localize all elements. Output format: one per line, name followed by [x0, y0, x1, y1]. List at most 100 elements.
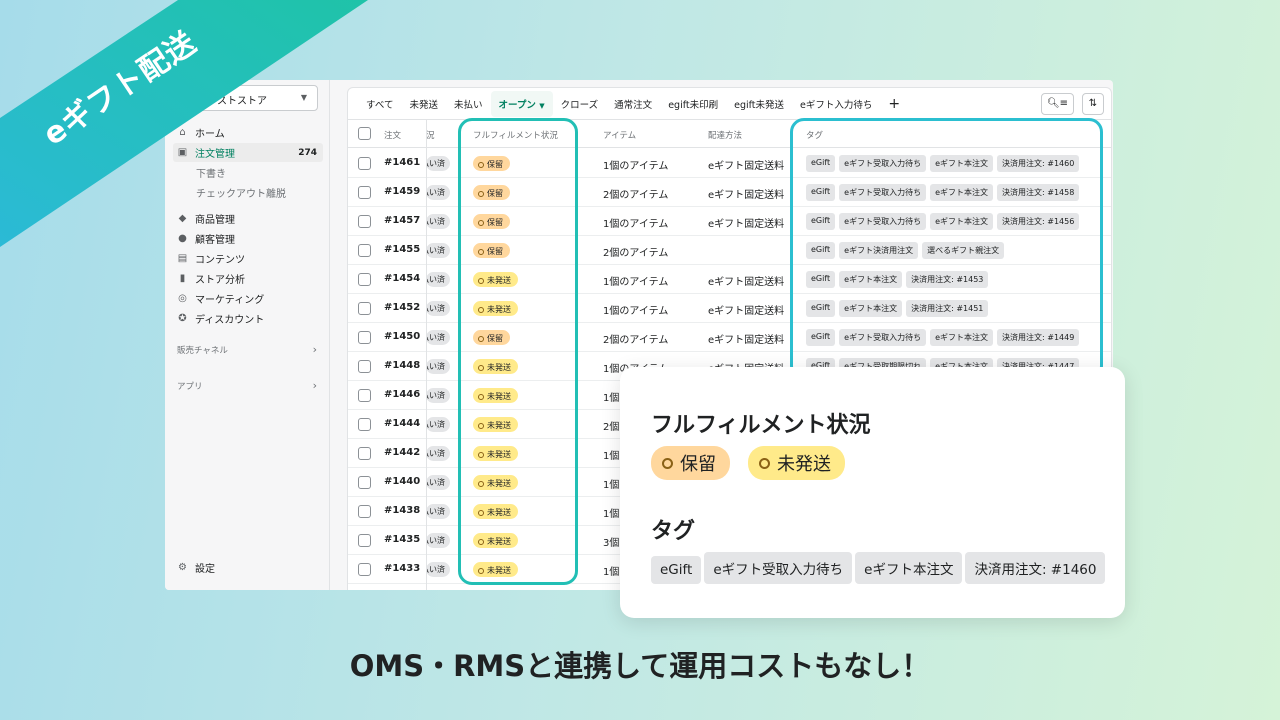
tab[interactable]: 通常注文 [606, 91, 660, 117]
delivery-method: eギフト固定送料 [708, 161, 785, 172]
tab[interactable]: オープン ▼ [490, 90, 553, 117]
search-filter-button[interactable]: 🔍︎≡ [1041, 93, 1074, 115]
status-dot-icon [759, 457, 770, 469]
row-checkbox[interactable] [358, 273, 371, 286]
row-checkbox[interactable] [358, 476, 371, 489]
payment-badge: 払い済 [426, 301, 450, 316]
order-number[interactable]: #1459 [384, 186, 420, 197]
tab-label: クローズ [560, 99, 599, 111]
items-count: 2個のアイテム [603, 335, 669, 346]
order-number[interactable]: #1440 [384, 476, 420, 487]
table-row[interactable]: #1454 払い済 未発送 1個のアイテム eギフト固定送料 eGifteギフト… [348, 265, 1111, 294]
order-number[interactable]: #1454 [384, 273, 420, 284]
sidebar-item[interactable]: ◎ マーケティング [173, 289, 323, 308]
row-checkbox[interactable] [358, 302, 371, 315]
fulfillment-badge: 保留 [473, 243, 510, 258]
order-number[interactable]: #1435 [384, 534, 420, 545]
order-number[interactable]: #1438 [384, 505, 420, 516]
table-row[interactable]: #1455 払い済 保留 2個のアイテム eGifteギフト決済用注文選べるギフ… [348, 236, 1111, 265]
order-number[interactable]: #1461 [384, 157, 420, 168]
tab[interactable]: 未払い [446, 91, 491, 117]
tag-chip: 決済用注文: #1460 [997, 155, 1080, 172]
status-dot-icon [478, 306, 484, 313]
order-number[interactable]: #1442 [384, 447, 420, 458]
row-checkbox[interactable] [358, 505, 371, 518]
nav-label: ストア分析 [195, 275, 245, 286]
table-row[interactable]: #1457 払い済 保留 1個のアイテム eギフト固定送料 eGifteギフト受… [348, 207, 1111, 236]
tag-chip: 決済用注文: #1453 [906, 271, 989, 288]
row-checkbox[interactable] [358, 331, 371, 344]
fulfillment-badge: 未発送 [473, 446, 518, 461]
sidebar-item-settings[interactable]: ⚙ 設定 [173, 558, 323, 577]
fulfillment-badge: 未発送 [473, 533, 518, 548]
tag-chip: eGift [806, 242, 836, 259]
add-tab-button[interactable]: + [880, 94, 908, 114]
items-count: 2個のアイテム [603, 190, 669, 201]
payment-badge: 払い済 [426, 156, 450, 171]
order-number[interactable]: #1444 [384, 418, 420, 429]
order-number[interactable]: #1446 [384, 389, 420, 400]
fulfillment-badge: 保留 [473, 214, 510, 229]
status-label: 未発送 [487, 363, 511, 372]
sidebar-section-apps[interactable]: アプリ › [177, 379, 317, 392]
tag-chip: eギフト本注文 [839, 271, 903, 288]
order-number[interactable]: #1455 [384, 244, 420, 255]
order-number[interactable]: #1433 [384, 563, 420, 574]
payment-badge: 払い済 [426, 533, 450, 548]
tab[interactable]: 未発送 [401, 91, 446, 117]
status-dot-icon [478, 364, 484, 371]
status-label: 保留 [487, 247, 503, 256]
fulfillment-badge: 未発送 [473, 417, 518, 432]
tag-list: eGift eギフト本注文 決済用注文: #1453 [806, 271, 989, 288]
tag-chip: eギフト本注文 [930, 329, 993, 346]
header-order: 注文 [384, 131, 402, 141]
status-label: 未発送 [487, 479, 511, 488]
tab[interactable]: egift未印刷 [660, 91, 726, 117]
header-items: アイテム [603, 131, 637, 141]
table-row[interactable]: #1459 払い済 保留 2個のアイテム eギフト固定送料 eGifteギフト受… [348, 178, 1111, 207]
table-row[interactable]: #1461 払い済 保留 1個のアイテム eギフト固定送料 eGifteギフト受… [348, 149, 1111, 178]
order-number[interactable]: #1452 [384, 302, 420, 313]
nav-label: 設定 [195, 564, 215, 575]
status-dot-icon [478, 248, 484, 255]
sort-button[interactable]: ⇅ [1082, 93, 1104, 115]
items-count: 1個のアイテム [603, 306, 669, 317]
status-label: 保留 [680, 454, 716, 475]
order-number[interactable]: #1448 [384, 360, 420, 371]
tag-chip: eGift [806, 329, 836, 346]
order-number[interactable]: #1450 [384, 331, 420, 342]
status-dot-icon [478, 277, 484, 284]
popup-tag-chip: 決済用注文: #1460 [965, 552, 1106, 584]
row-checkbox[interactable] [358, 389, 371, 402]
row-checkbox[interactable] [358, 360, 371, 373]
tab[interactable]: egift未発送 [726, 91, 792, 117]
row-checkbox[interactable] [358, 534, 371, 547]
status-label: 保留 [487, 218, 503, 227]
items-count: 1個のアイテム [603, 161, 669, 172]
fulfillment-badge: 未発送 [473, 388, 518, 403]
chart-bar-icon: ▮ [179, 273, 186, 284]
table-header: 注文 況 フルフィルメント状況 アイテム 配達方法 タグ [348, 120, 1111, 148]
row-checkbox[interactable] [358, 563, 371, 576]
table-row[interactable]: #1450 払い済 保留 2個のアイテム eギフト固定送料 eGifteギフト受… [348, 323, 1111, 352]
items-count: 3個 [603, 538, 620, 549]
items-count: 1個のアイテム [603, 219, 669, 230]
sidebar-item[interactable]: ✪ ディスカウント [173, 309, 323, 328]
fulfillment-badge: 未発送 [473, 359, 518, 374]
sidebar-section-sales-channels[interactable]: 販売チャネル › [177, 343, 317, 356]
payment-badge: 払い済 [426, 214, 450, 229]
tab-label: 通常注文 [614, 99, 653, 111]
row-checkbox[interactable] [358, 447, 371, 460]
tab[interactable]: クローズ [553, 91, 607, 117]
payment-badge: 払い済 [426, 243, 450, 258]
sidebar-item[interactable]: ▮ ストア分析 [173, 269, 323, 288]
tag-list: eGift eギフト受取入力待ち eギフト本注文 決済用注文: #1458 [806, 184, 1080, 201]
row-checkbox[interactable] [358, 418, 371, 431]
items-count: 2個のアイテム [603, 248, 669, 259]
tag-chip: 決済用注文: #1458 [997, 184, 1080, 201]
tag-chip: eGift [806, 213, 836, 230]
order-number[interactable]: #1457 [384, 215, 420, 226]
tab[interactable]: eギフト入力待ち [792, 91, 880, 117]
table-row[interactable]: #1452 払い済 未発送 1個のアイテム eギフト固定送料 eGifteギフト… [348, 294, 1111, 323]
popup-status-badge: 未発送 [748, 446, 845, 480]
